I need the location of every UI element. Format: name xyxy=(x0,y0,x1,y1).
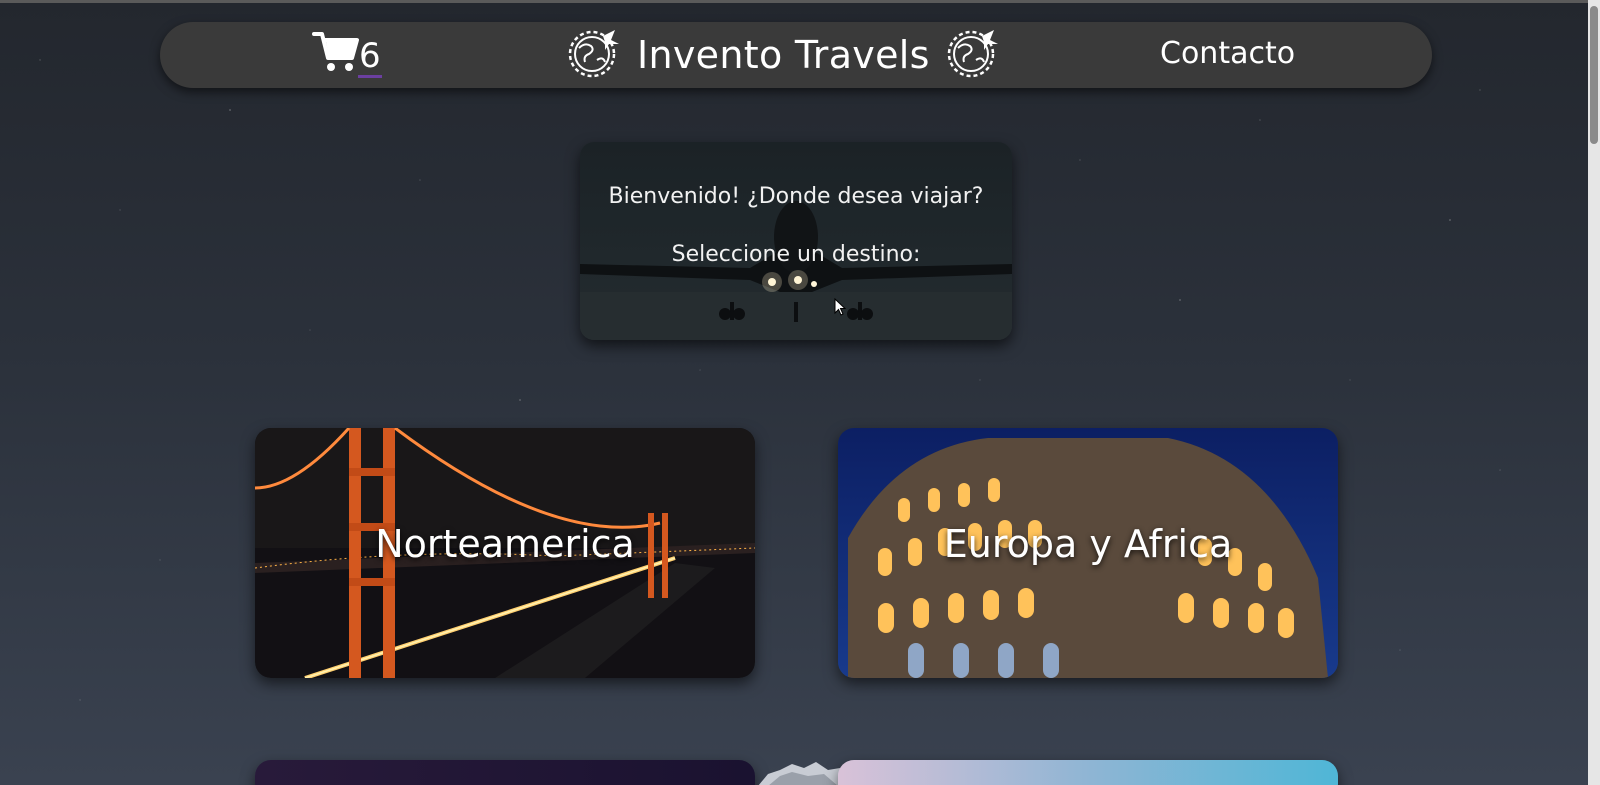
cart-button[interactable]: 6 xyxy=(312,30,382,78)
welcome-text: Bienvenido! ¿Donde desea viajar? xyxy=(608,184,984,209)
top-border xyxy=(0,0,1600,3)
cart-icon xyxy=(312,28,360,78)
destination-card-norteamerica[interactable]: Norteamerica xyxy=(255,428,755,678)
scrollbar[interactable] xyxy=(1588,0,1600,785)
select-destination-text: Seleccione un destino: xyxy=(671,242,921,267)
destination-card-europa-africa[interactable]: Europa y Africa xyxy=(838,428,1338,678)
contact-link[interactable]: Contacto xyxy=(1160,36,1295,71)
airplane-image xyxy=(580,201,1012,340)
globe-plane-icon xyxy=(565,26,623,84)
brand-title: Invento Travels xyxy=(637,33,930,77)
destination-card-partial-left[interactable] xyxy=(255,760,755,785)
navbar: 6 Invento Travels Contacto xyxy=(160,22,1432,88)
destination-label: Norteamerica xyxy=(375,522,635,566)
destination-label: Europa y Africa xyxy=(943,522,1233,566)
scrollbar-thumb[interactable] xyxy=(1590,6,1598,144)
destination-card-partial-right[interactable] xyxy=(838,760,1338,785)
mouse-cursor-icon xyxy=(834,298,846,316)
cart-count-badge: 6 xyxy=(358,36,382,78)
brand: Invento Travels xyxy=(565,28,1002,82)
decorative-rocks xyxy=(758,762,848,785)
welcome-banner: Bienvenido! ¿Donde desea viajar? Selecci… xyxy=(580,142,1012,340)
globe-plane-icon xyxy=(944,26,1002,84)
